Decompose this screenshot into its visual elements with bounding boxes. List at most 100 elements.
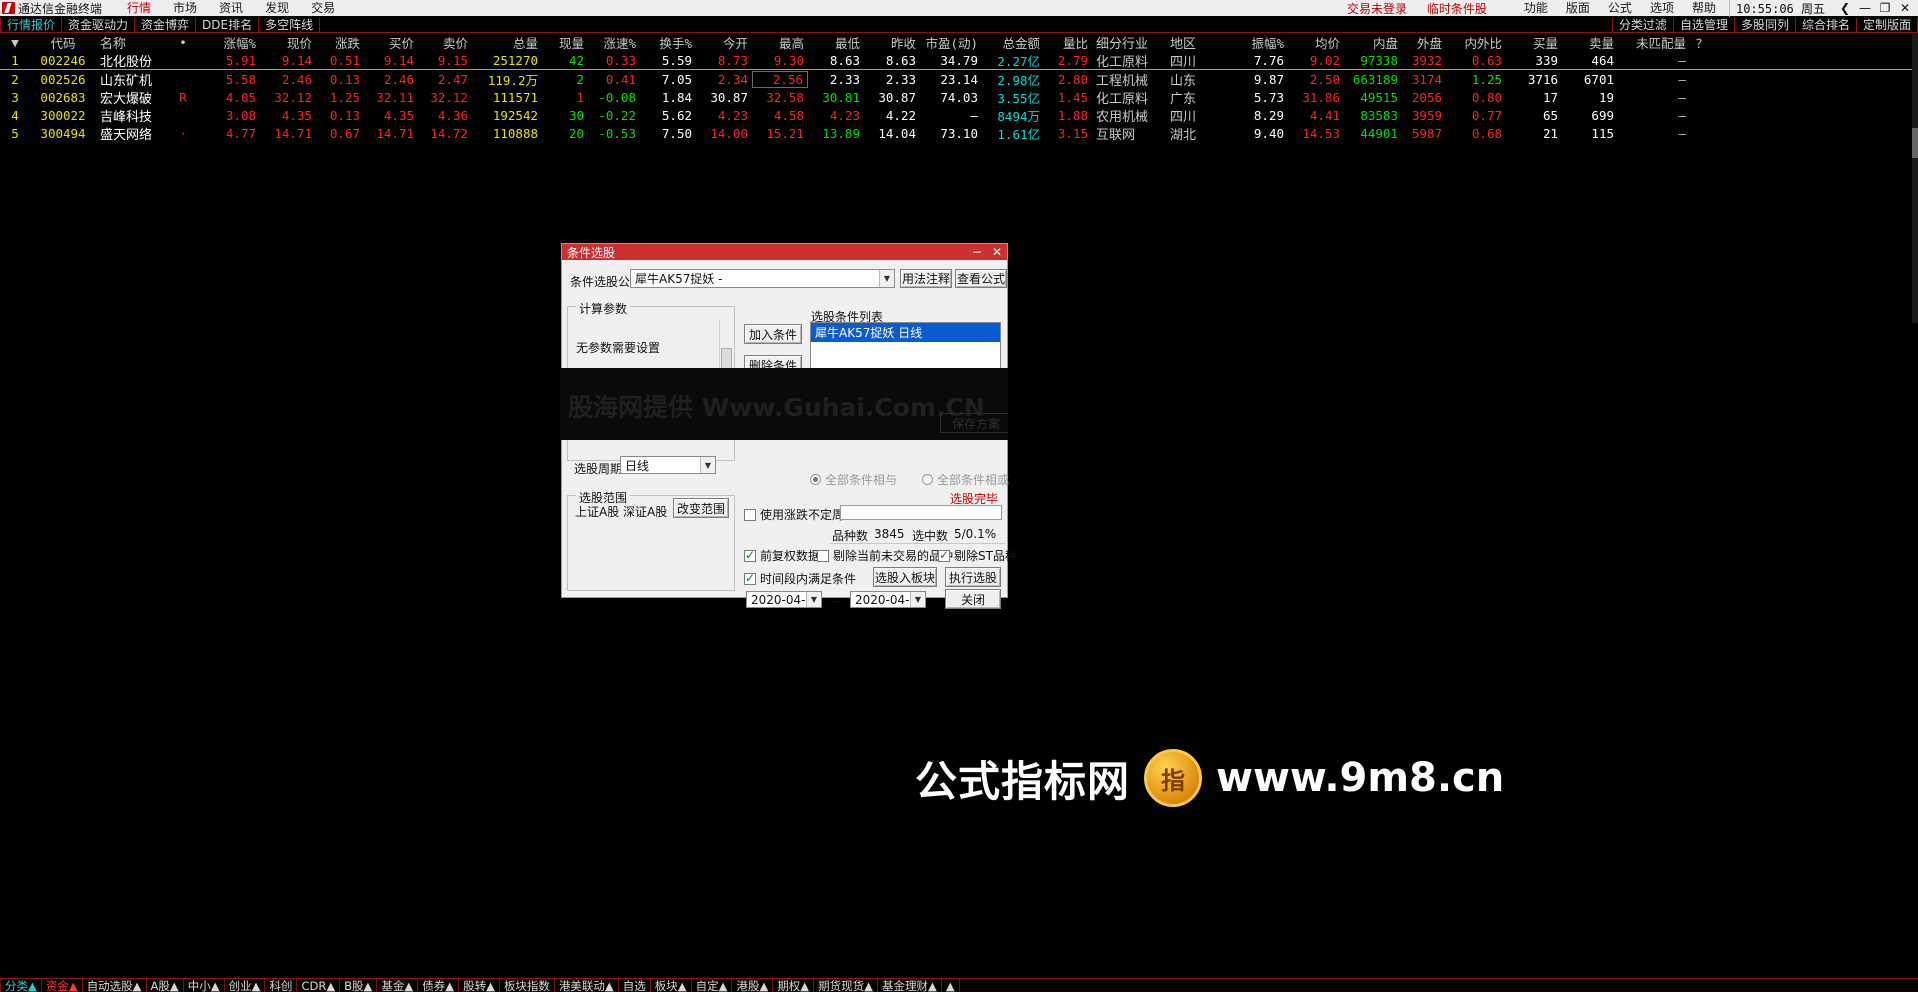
status-item-18[interactable]: 期权▲ [773,978,815,992]
minimize-icon[interactable]: — [1855,0,1875,16]
status-item-10[interactable]: 债券▲ [418,978,460,992]
chevron-down-icon-datefrom[interactable]: ▼ [806,592,821,607]
status-item-11[interactable]: 股转▲ [459,978,500,992]
exclude-st-checkbox[interactable]: 剔除ST品种 [938,547,1017,564]
menu-item-3[interactable]: 发现 [254,0,300,16]
column-header-curvol[interactable]: 现量 [542,33,588,52]
chevron-down-icon[interactable]: ▼ [879,270,894,287]
column-header-bid[interactable]: 买价 [364,33,418,52]
vertical-scrollbar[interactable] [1912,33,1918,323]
right-menu-item-3[interactable]: 选项 [1641,0,1683,16]
status-item-20[interactable]: 基金理财▲ [878,978,942,992]
restore-icon[interactable]: ❐ [1875,0,1895,16]
right-tab-0[interactable]: 分类过滤 [1611,18,1673,32]
menu-item-1[interactable]: 市场 [162,0,208,16]
menu-item-0[interactable]: 行情 [116,0,162,16]
right-menu-item-4[interactable]: 帮助 [1683,0,1725,16]
column-header-name[interactable]: 名称 [96,33,168,52]
status-item-7[interactable]: CDR▲ [297,978,341,992]
close-icon[interactable]: ✕ [1895,0,1915,16]
column-header-chg[interactable]: 涨跌 [316,33,364,52]
table-row[interactable]: 2 002526 山东矿机 5.58 2.46 0.13 2.46 2.47 119.2万 2 0.… [0,70,1918,89]
status-item-15[interactable]: 板块▲ [651,978,692,992]
date-to-combo[interactable]: 2020-04-24 ▼ [850,591,926,608]
close-dialog-button[interactable]: 关闭 [945,589,1001,609]
dialog-minimize-icon[interactable]: − [967,245,987,259]
exclude-nontrading-checkbox[interactable]: 剔除当前未交易的品种 [817,547,953,564]
column-header-ask[interactable]: 卖价 [418,33,472,52]
formula-combo[interactable]: 犀牛AK57捉妖 - ▼ [630,269,895,288]
column-header-unmatched[interactable]: 未匹配量 [1618,33,1690,52]
status-item-6[interactable]: 科创 [265,978,298,992]
view-formula-button[interactable]: 查看公式 [955,269,1007,288]
right-tab-2[interactable]: 多股同列 [1733,18,1795,32]
tab-3[interactable]: DDE排名 [196,18,260,32]
column-header-amount[interactable]: 总金额 [982,33,1044,52]
column-header-code[interactable]: 代码 [30,33,96,52]
save-scheme-button[interactable]: 保存方案 [940,413,1008,433]
right-menu-item-1[interactable]: 版面 [1557,0,1599,16]
column-header-volume[interactable]: 总量 [472,33,542,52]
column-header-high[interactable]: 最高 [752,33,808,52]
status-item-4[interactable]: 中小▲ [184,978,225,992]
status-item-21[interactable]: ▲ [942,978,960,992]
status-item-5[interactable]: 创业▲ [225,978,266,992]
status-item-9[interactable]: 基金▲ [377,978,419,992]
column-header-amppct[interactable]: 振幅% [1228,33,1288,52]
time-range-checkbox[interactable]: 时间段内满足条件 [744,570,856,587]
right-tab-4[interactable]: 定制版面 [1855,18,1918,32]
status-item-16[interactable]: 自定▲ [692,978,733,992]
chevron-down-icon-dateto[interactable]: ▼ [910,592,925,607]
change-scope-button[interactable]: 改变范围 [673,498,729,518]
column-header-buyvol[interactable]: 买量 [1506,33,1562,52]
tab-0[interactable]: 行情报价 [0,18,63,32]
chevron-down-icon-period[interactable]: ▼ [700,457,715,473]
column-header-inner[interactable]: 内盘 [1344,33,1402,52]
status-item-3[interactable]: A股▲ [147,978,184,992]
run-selection-button[interactable]: 执行选股 [945,567,1001,587]
menu-item-4[interactable]: 交易 [300,0,346,16]
column-header-price[interactable]: 现价 [260,33,316,52]
right-tab-1[interactable]: 自选管理 [1672,18,1734,32]
table-row[interactable]: 4 300022 吉峰科技 3.08 4.35 0.13 4.35 4.36 192542 30-… [0,106,1918,125]
status-item-2[interactable]: 自动选股▲ [83,978,147,992]
dialog-title-bar[interactable]: 条件选股 − ✕ [562,244,1007,260]
condition-list-item[interactable]: 犀牛AK57捉妖 日线 [811,323,1000,342]
radio-all-and[interactable]: 全部条件相与 [810,471,897,488]
column-header-chgpct[interactable]: 涨幅% [198,33,260,52]
select-to-block-button[interactable]: 选股入板块 [873,567,937,587]
status-item-0[interactable]: 分类▲ [0,978,42,992]
table-row[interactable]: 1 002246 北化股份 5.91 9.14 0.51 9.14 9.15 251270 42 0… [0,51,1918,70]
table-row[interactable]: 3 002683 宏大爆破 R 4.05 32.12 1.25 32.11 32.12 11157… [0,88,1918,107]
status-item-13[interactable]: 港美联动▲ [555,978,619,992]
right-menu-item-2[interactable]: 公式 [1599,0,1641,16]
status-item-19[interactable]: 期货现货▲ [814,978,878,992]
updown-value-input[interactable] [840,505,1002,520]
column-header-turnover[interactable]: 换手% [640,33,696,52]
pre-adjust-checkbox[interactable]: 前复权数据 [744,547,820,564]
tab-4[interactable]: 多空阵线 [259,18,321,32]
status-item-12[interactable]: 板块指数 [500,978,555,992]
column-header-pe[interactable]: 市盈(动) [920,33,982,52]
right-tab-3[interactable]: 综合排名 [1794,18,1856,32]
dialog-close-icon[interactable]: ✕ [987,245,1007,259]
table-row[interactable]: 5 300494 盛天网络 · 4.77 14.71 0.67 14.71 14.72 11088… [0,124,1918,143]
add-condition-button[interactable]: 加入条件 [744,324,802,344]
column-header-industry[interactable]: 细分行业 [1092,33,1166,52]
back-chevron-icon[interactable]: ❮ [1835,0,1855,16]
column-header-idx[interactable]: ▼ [0,35,30,50]
column-header-volratio[interactable]: 量比 [1044,33,1092,52]
menu-item-2[interactable]: 资讯 [208,0,254,16]
column-header-low[interactable]: 最低 [808,33,864,52]
column-header-ioratio[interactable]: 内外比 [1446,33,1506,52]
status-item-17[interactable]: 港股▲ [732,978,774,992]
radio-all-or[interactable]: 全部条件相或 [922,471,1009,488]
status-item-14[interactable]: 自选 [619,978,651,992]
usage-note-button[interactable]: 用法注释 [900,269,952,288]
column-header-avgprice[interactable]: 均价 [1288,33,1344,52]
column-header-flag[interactable]: • [168,35,198,50]
column-header-region[interactable]: 地区 [1166,33,1228,52]
column-header-speed[interactable]: 涨速% [588,33,640,52]
period-combo[interactable]: 日线 ▼ [620,456,716,474]
tab-1[interactable]: 资金驱动力 [62,18,136,32]
